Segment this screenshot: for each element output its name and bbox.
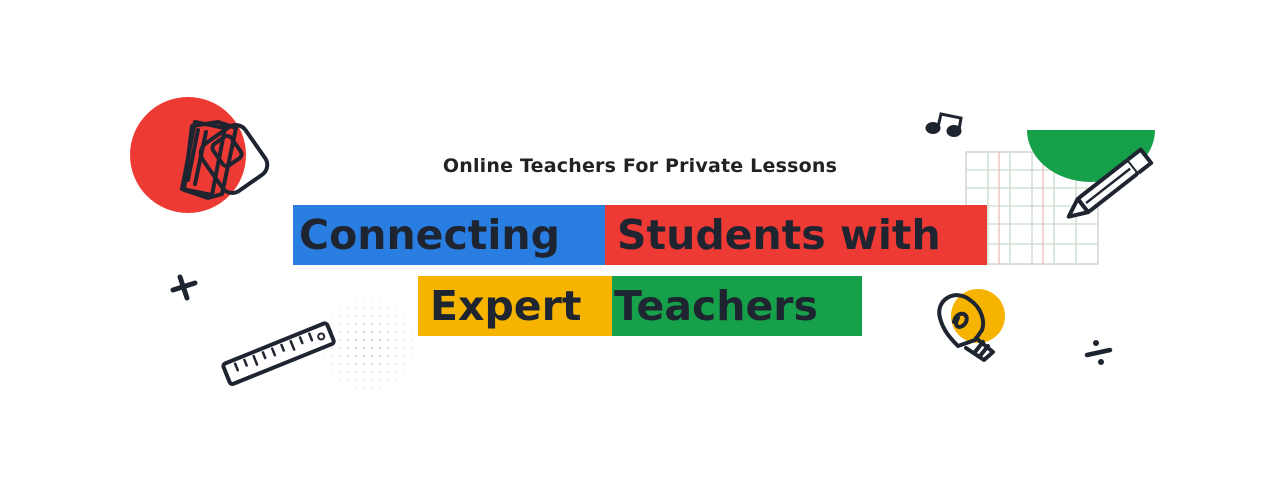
divide-sign-icon xyxy=(1084,340,1113,365)
plus-sign-icon xyxy=(170,274,198,301)
headline-word-students-with: Students with xyxy=(605,205,987,265)
headline-word-teachers: Teachers xyxy=(612,276,862,336)
headline-word-connecting: Connecting xyxy=(293,205,605,265)
music-note-icon xyxy=(925,112,963,137)
subtitle: Online Teachers For Private Lessons xyxy=(442,155,838,177)
headline-word-expert: Expert xyxy=(418,276,612,336)
